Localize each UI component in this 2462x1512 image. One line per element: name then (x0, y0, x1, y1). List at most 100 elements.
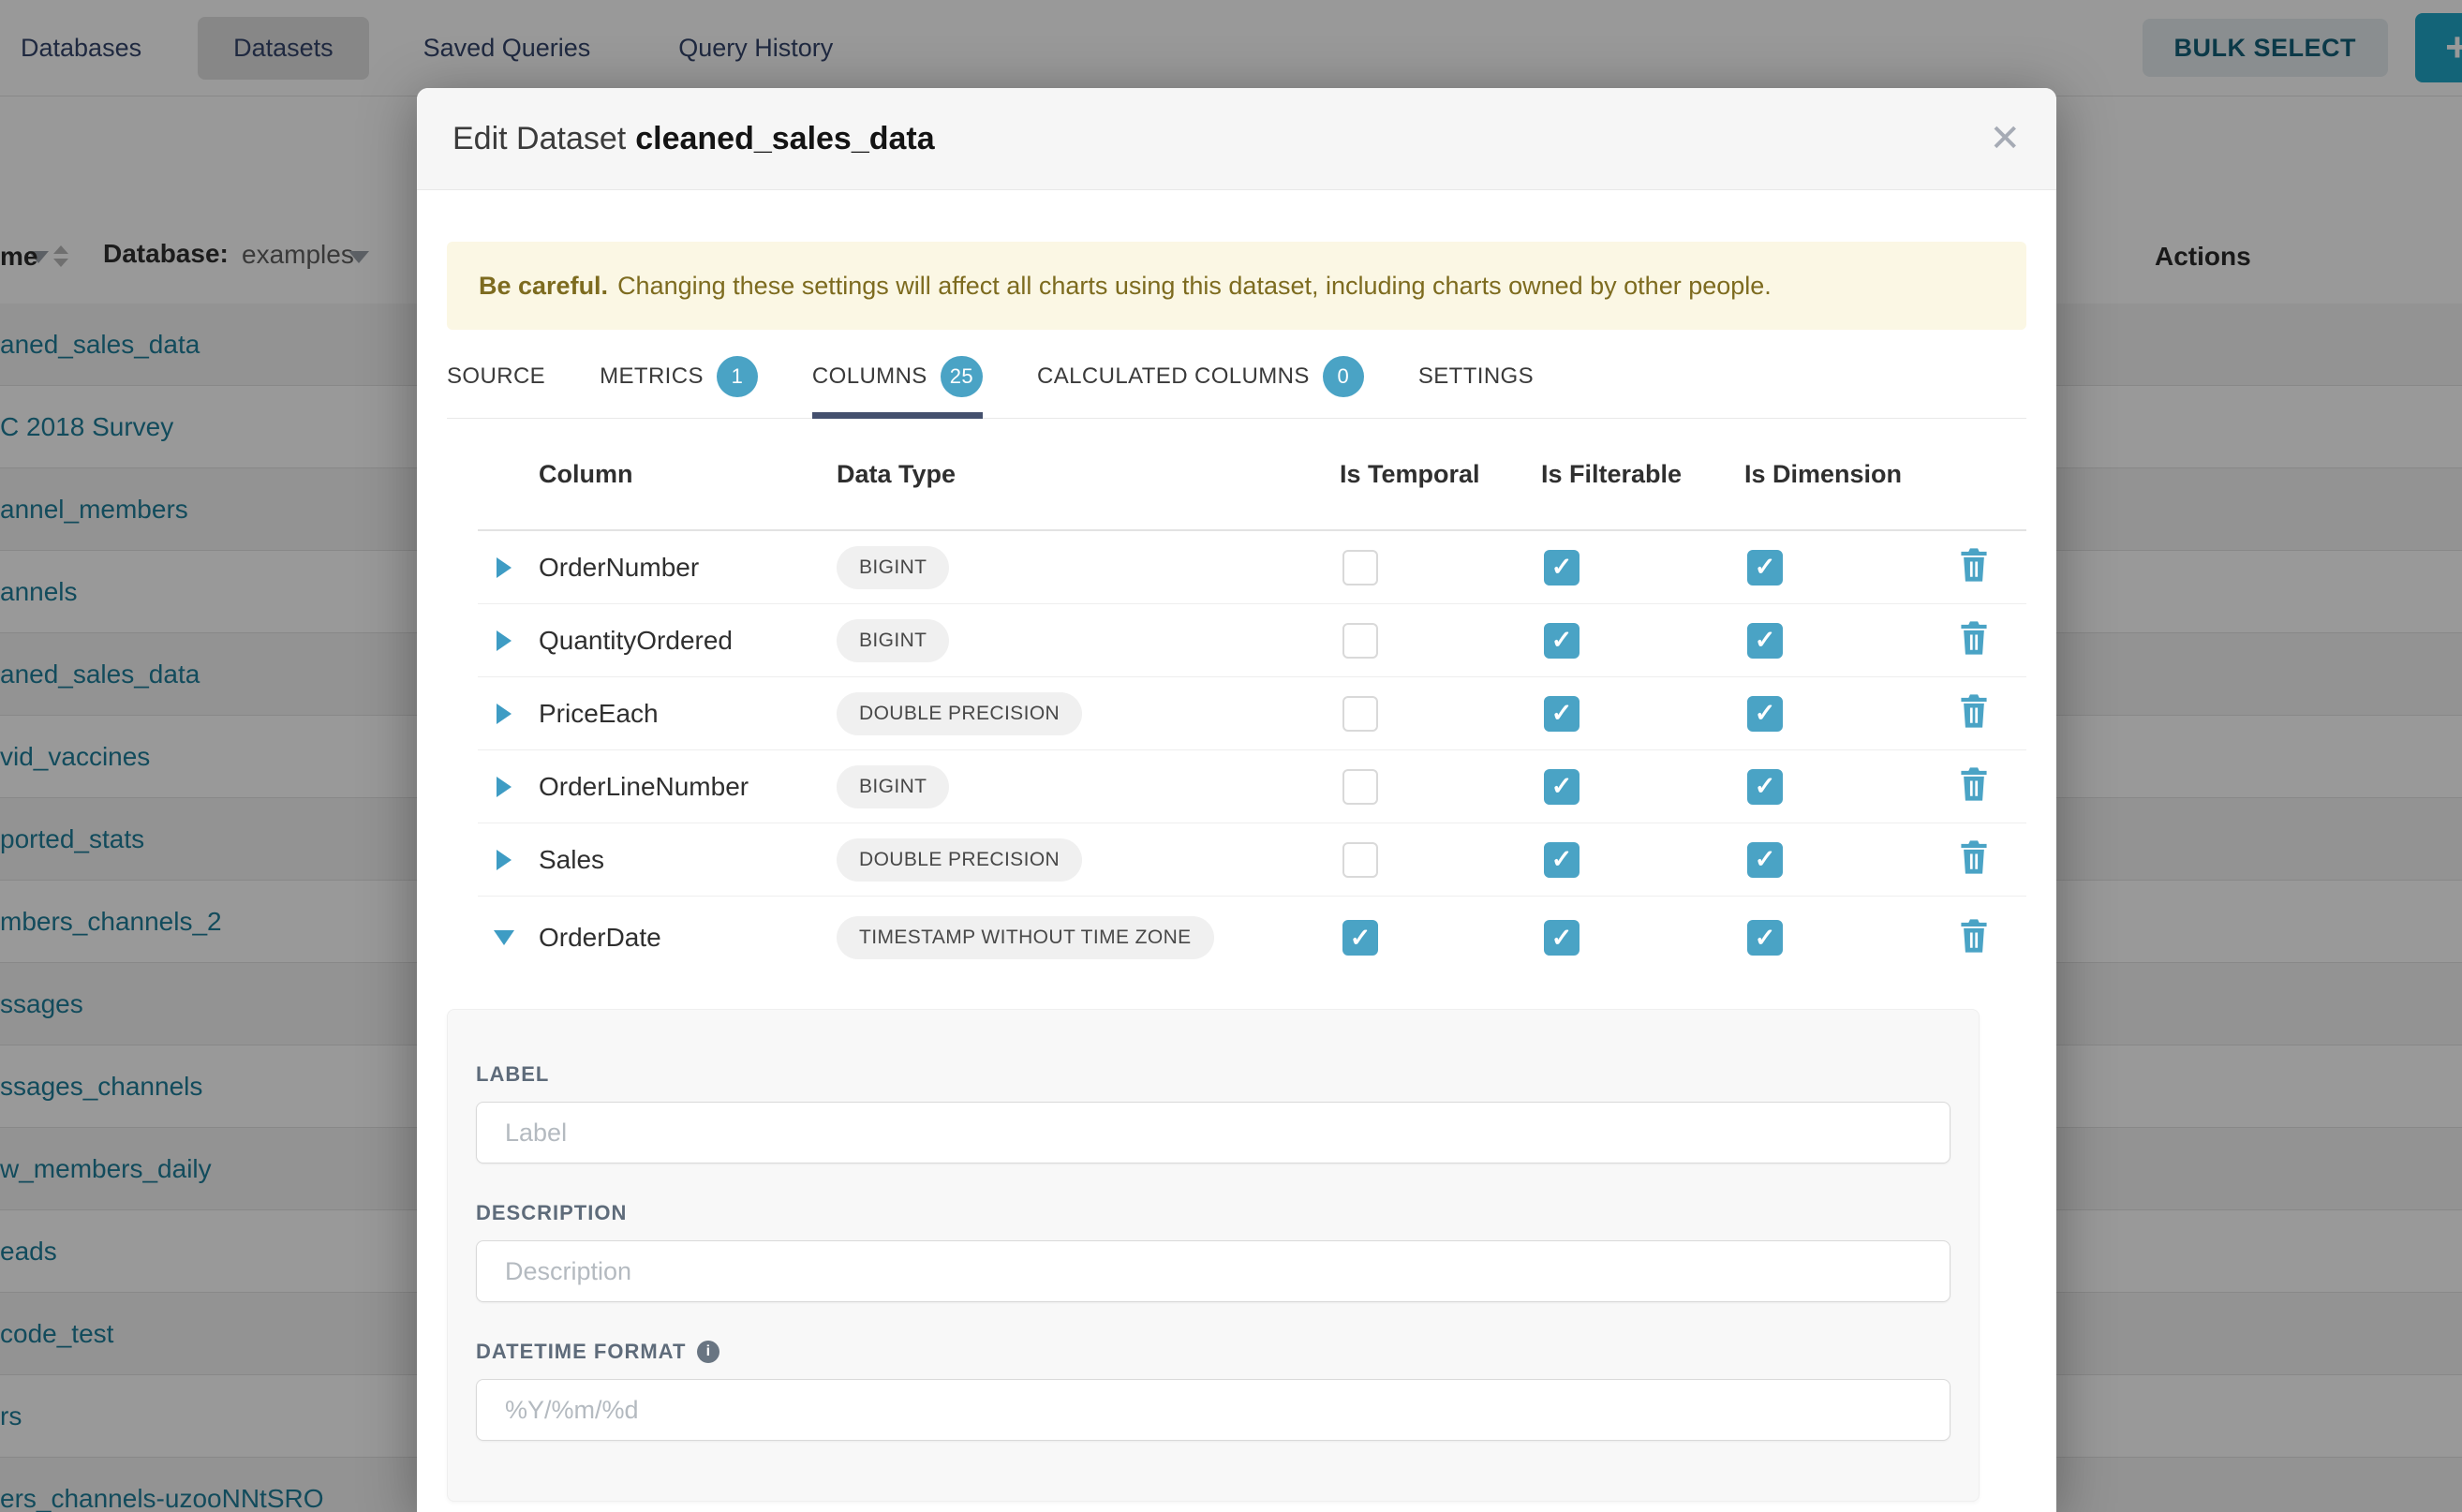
is-filterable-checkbox-cell: ✓ (1541, 842, 1744, 878)
trash-cell (1946, 620, 2026, 660)
column-row-sales: SalesDOUBLE PRECISION✓✓ (478, 823, 2026, 897)
datetime-format-label-text: DATETIME FORMAT (476, 1340, 686, 1364)
is-filterable-checkbox[interactable]: ✓ (1544, 769, 1580, 805)
is-dimension-checkbox-cell: ✓ (1744, 623, 1946, 659)
is-temporal-checkbox[interactable] (1342, 623, 1378, 659)
column-header-is-dimension: Is Dimension (1744, 460, 1946, 489)
data-type-cell: DOUBLE PRECISION (837, 692, 1340, 735)
is-temporal-checkbox-cell (1340, 769, 1541, 805)
is-filterable-checkbox-cell: ✓ (1541, 623, 1744, 659)
data-type-cell: BIGINT (837, 765, 1340, 808)
modal-body: Be careful. Changing these settings will… (417, 242, 2056, 1502)
tab-metrics[interactable]: METRICS 1 (600, 356, 758, 418)
trash-cell (1946, 766, 2026, 807)
tab-count-badge: 1 (717, 356, 758, 397)
column-header-is-temporal: Is Temporal (1340, 460, 1541, 489)
info-icon[interactable]: i (697, 1341, 719, 1363)
description-input[interactable] (476, 1240, 1950, 1302)
trash-icon[interactable] (1955, 547, 1993, 586)
data-type-pill: BIGINT (837, 765, 949, 808)
tab-calculated-columns[interactable]: CALCULATED COLUMNS 0 (1037, 356, 1364, 418)
tab-label: CALCULATED COLUMNS (1037, 363, 1310, 390)
is-filterable-checkbox[interactable]: ✓ (1544, 696, 1580, 732)
column-row-orderdate: OrderDateTIMESTAMP WITHOUT TIME ZONE✓✓✓ (478, 897, 2026, 979)
is-filterable-checkbox-cell: ✓ (1541, 920, 1744, 956)
column-header-data-type: Data Type (837, 460, 1340, 489)
column-name: OrderLineNumber (539, 772, 837, 802)
column-header-is-filterable: Is Filterable (1541, 460, 1744, 489)
trash-icon[interactable] (1955, 766, 1993, 805)
caret-down-icon[interactable] (494, 930, 514, 945)
columns-table-rows: OrderNumberBIGINT✓✓QuantityOrderedBIGINT… (478, 531, 2026, 979)
caret-right-icon[interactable] (497, 630, 512, 651)
is-temporal-checkbox[interactable] (1342, 769, 1378, 805)
tab-count-badge: 25 (941, 356, 983, 397)
tab-settings[interactable]: SETTINGS (1418, 356, 1534, 418)
is-dimension-checkbox[interactable]: ✓ (1747, 842, 1783, 878)
label-field-label-text: LABEL (476, 1062, 549, 1087)
tab-source[interactable]: SOURCE (447, 356, 545, 418)
tab-label: SETTINGS (1418, 363, 1534, 390)
data-type-cell: BIGINT (837, 546, 1340, 589)
data-type-cell: TIMESTAMP WITHOUT TIME ZONE (837, 916, 1340, 959)
column-name: QuantityOrdered (539, 626, 837, 656)
trash-icon[interactable] (1955, 918, 1993, 956)
close-icon[interactable]: ✕ (1989, 120, 2021, 157)
data-type-pill: BIGINT (837, 619, 949, 662)
is-temporal-checkbox[interactable] (1342, 842, 1378, 878)
tab-label: METRICS (600, 363, 704, 390)
tab-label: SOURCE (447, 363, 545, 390)
screen: DatabasesDatasetsSaved QueriesQuery Hist… (0, 0, 2462, 1512)
caret-right-icon[interactable] (497, 704, 512, 724)
trash-icon[interactable] (1955, 693, 1993, 732)
caret-right-icon[interactable] (497, 557, 512, 578)
is-filterable-checkbox[interactable]: ✓ (1544, 842, 1580, 878)
caret-right-icon[interactable] (497, 777, 512, 797)
data-type-pill: DOUBLE PRECISION (837, 692, 1082, 735)
modal-tabs: SOURCE METRICS 1 COLUMNS25 CALCULATED COLUMN… (447, 356, 2026, 419)
is-dimension-checkbox[interactable]: ✓ (1747, 920, 1783, 956)
data-type-pill: BIGINT (837, 546, 949, 589)
is-temporal-checkbox-cell (1340, 550, 1541, 586)
description-field-label-text: DESCRIPTION (476, 1201, 627, 1225)
column-row-ordernumber: OrderNumberBIGINT ✓ ✓ (478, 531, 2026, 604)
description-field-label: DESCRIPTION (476, 1201, 1950, 1225)
trash-cell (1946, 693, 2026, 734)
tab-columns[interactable]: COLUMNS25 (812, 356, 983, 418)
is-filterable-checkbox[interactable]: ✓ (1544, 920, 1580, 956)
is-temporal-checkbox[interactable]: ✓ (1342, 920, 1378, 956)
trash-cell (1946, 918, 2026, 958)
columns-table-header: ColumnData TypeIs TemporalIs FilterableI… (478, 419, 2026, 531)
warning-banner-text: Changing these settings will affect all … (617, 272, 1772, 301)
is-temporal-checkbox[interactable] (1342, 550, 1378, 586)
is-filterable-checkbox-cell: ✓ (1541, 696, 1744, 732)
is-filterable-checkbox[interactable]: ✓ (1544, 550, 1580, 586)
datetime-format-input[interactable] (476, 1379, 1950, 1441)
column-row-priceeach: PriceEachDOUBLE PRECISION✓✓ (478, 677, 2026, 750)
is-dimension-checkbox[interactable]: ✓ (1747, 696, 1783, 732)
is-temporal-checkbox[interactable] (1342, 696, 1378, 732)
label-input[interactable] (476, 1102, 1950, 1164)
is-dimension-checkbox[interactable]: ✓ (1747, 550, 1783, 586)
is-dimension-checkbox[interactable]: ✓ (1747, 769, 1783, 805)
column-header-column: Column (539, 460, 837, 489)
is-filterable-checkbox[interactable]: ✓ (1544, 623, 1580, 659)
trash-cell (1946, 547, 2026, 587)
is-dimension-checkbox-cell: ✓ (1744, 550, 1946, 586)
data-type-cell: DOUBLE PRECISION (837, 838, 1340, 882)
is-filterable-checkbox-cell: ✓ (1541, 550, 1744, 586)
data-type-pill: DOUBLE PRECISION (837, 838, 1082, 882)
trash-icon[interactable] (1955, 839, 1993, 878)
is-dimension-checkbox[interactable]: ✓ (1747, 623, 1783, 659)
modal-title: Edit Datasetcleaned_sales_data (452, 121, 935, 157)
tab-count-badge: 0 (1323, 356, 1364, 397)
column-row-orderlinenumber: OrderLineNumberBIGINT ✓ ✓ (478, 750, 2026, 823)
is-temporal-checkbox-cell (1340, 696, 1541, 732)
trash-cell (1946, 839, 2026, 880)
trash-icon[interactable] (1955, 620, 1993, 659)
caret-right-icon[interactable] (497, 850, 512, 870)
column-name: OrderNumber (539, 553, 837, 583)
label-field-label: LABEL (476, 1062, 1950, 1087)
modal-title-dataset-name: cleaned_sales_data (635, 121, 934, 156)
edit-dataset-modal: Edit Datasetcleaned_sales_data ✕ Be care… (417, 88, 2056, 1512)
